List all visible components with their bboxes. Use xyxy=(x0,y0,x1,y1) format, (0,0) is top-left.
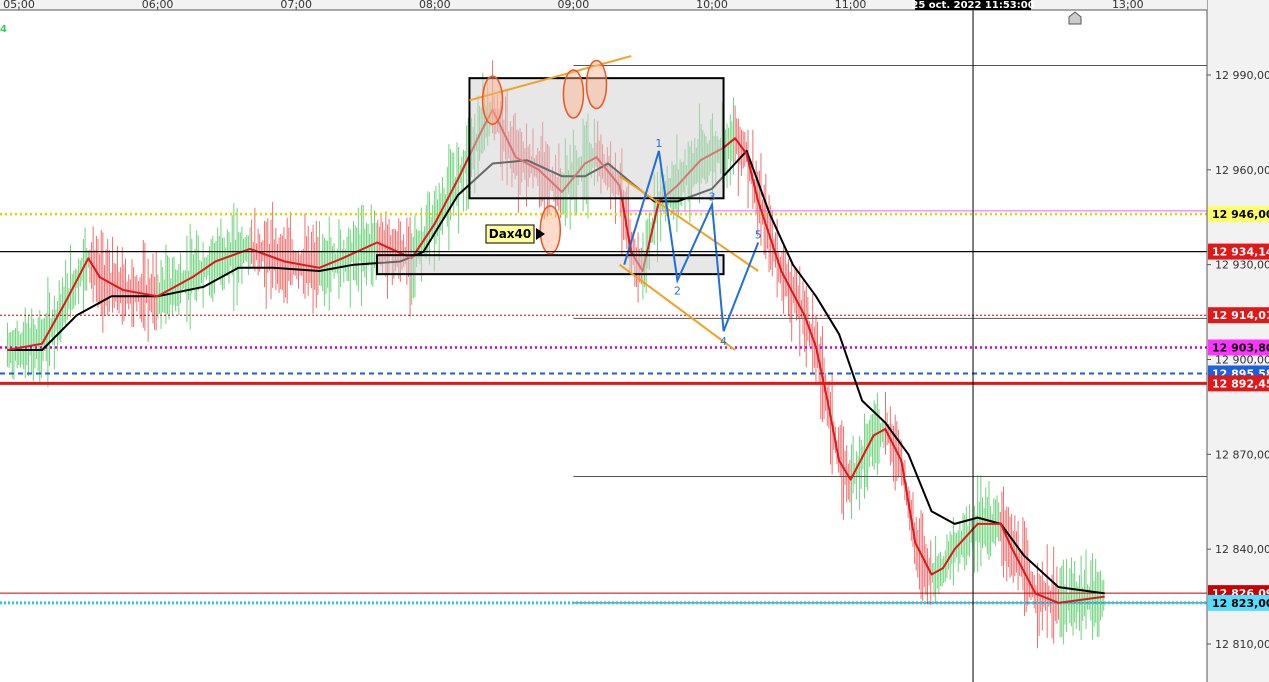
price-tick-label: 12 870,00 xyxy=(1215,448,1269,461)
corner-indicator-label: 4 xyxy=(0,24,7,35)
time-tick-label: 11:00 xyxy=(835,0,867,11)
highlight-ellipse xyxy=(562,69,585,119)
price-tick-label: 12 990,00 xyxy=(1215,69,1269,82)
price-chart[interactable]: 12345 12 990,0012 960,0012 930,0012 900,… xyxy=(0,0,1269,682)
price-tick-label: 12 960,00 xyxy=(1215,164,1269,177)
wave-label: 3 xyxy=(709,191,716,204)
price-level-badge-text: 12 914,01 xyxy=(1212,309,1269,322)
price-level-badge-text: 12 823,00 xyxy=(1212,597,1269,610)
price-level-badge-text: 12 892,45 xyxy=(1212,377,1269,390)
price-level-badge-text: 12 903,80 xyxy=(1212,341,1269,354)
price-level-badge-text: 12 946,00 xyxy=(1212,208,1269,221)
highlight-ellipse xyxy=(481,75,504,126)
time-tick-label: 13:00 xyxy=(1112,0,1144,11)
highlight-ellipse xyxy=(539,205,562,255)
price-tick-label: 12 810,00 xyxy=(1215,638,1269,651)
wave-label: 4 xyxy=(720,335,727,348)
time-tick-label: 08:00 xyxy=(419,0,451,11)
instrument-label-text: Dax40 xyxy=(489,227,532,241)
wave-label: 2 xyxy=(674,284,681,297)
highlight-ellipse xyxy=(585,59,608,110)
time-tick-label: 10:00 xyxy=(696,0,728,11)
time-tick-label: 05:00 xyxy=(3,0,35,11)
wave-label: 5 xyxy=(755,229,762,242)
price-tick-label: 12 930,00 xyxy=(1215,259,1269,272)
price-level-badge-text: 12 934,14 xyxy=(1212,246,1269,259)
time-tick-label: 06:00 xyxy=(142,0,174,11)
time-tick-label: 07:00 xyxy=(280,0,312,11)
crosshair-time-label: 25 oct. 2022 11:53:00 xyxy=(911,0,1034,11)
wave-label: 1 xyxy=(655,137,662,150)
time-tick-label: 09:00 xyxy=(558,0,590,11)
price-tick-label: 12 840,00 xyxy=(1215,543,1269,556)
range-box xyxy=(376,254,725,276)
